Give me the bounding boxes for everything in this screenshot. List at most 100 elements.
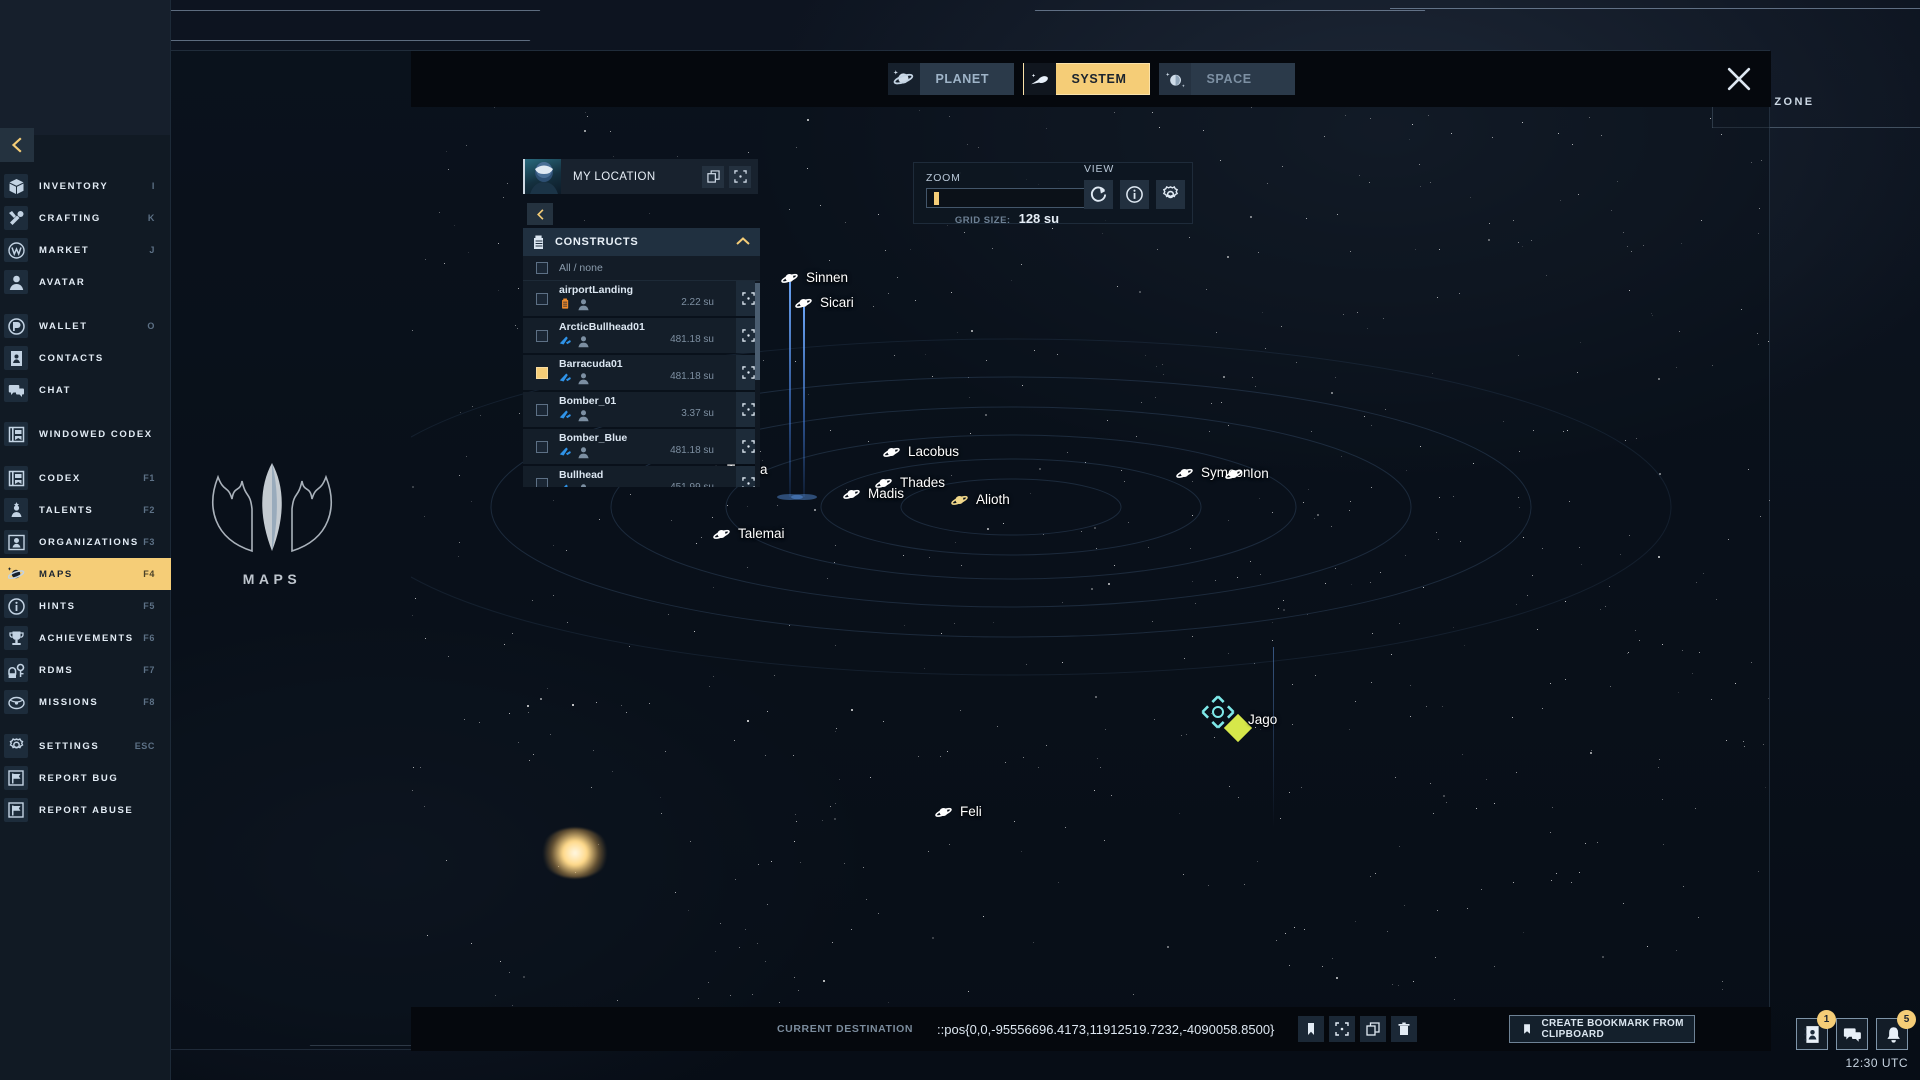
zoom-slider-handle[interactable] [933, 192, 939, 205]
map-body-sicari[interactable]: Sicari [795, 295, 854, 310]
select-all-checkbox[interactable] [536, 262, 548, 274]
constructs-scrollbar[interactable] [755, 281, 760, 487]
sidebar-item-wallet[interactable]: WALLET O [0, 310, 171, 342]
table-row[interactable]: Bomber_Blue 481.18 su [523, 429, 760, 464]
construct-checkbox[interactable] [536, 403, 548, 416]
market-icon [4, 238, 28, 262]
construct-type-icons [559, 372, 590, 385]
avatar [523, 159, 561, 194]
sidebar-item-label: CRAFTING [39, 212, 101, 224]
sidebar-item-hints[interactable]: HINTS F5 [0, 590, 171, 622]
map-body-sinnen[interactable]: Sinnen [781, 270, 848, 285]
table-row[interactable]: Barracuda01 481.18 su [523, 355, 760, 390]
sidebar-item-inventory[interactable]: INVENTORY I [0, 170, 171, 202]
table-row[interactable]: Bomber_01 3.37 su [523, 392, 760, 427]
focus-icon [741, 329, 755, 342]
map-settings-button[interactable] [1156, 180, 1185, 209]
sidebar-item-avatar[interactable]: AVATAR [0, 266, 171, 298]
my-location-card[interactable]: MY LOCATION [523, 159, 758, 194]
person-icon [578, 336, 589, 348]
sidebar-item-organizations[interactable]: ORGANIZATIONS F3 [0, 526, 171, 558]
view-buttons [1084, 180, 1185, 209]
sidebar-item-chat[interactable]: CHAT [0, 374, 171, 406]
map-body-talemai[interactable]: Talemai [713, 526, 785, 541]
sidebar-item-shortcut: F2 [143, 505, 155, 515]
system-icon [1030, 73, 1048, 85]
market-icon [7, 241, 25, 259]
planet-icon [843, 487, 860, 501]
game-screen: SAFE ZONE INVENTORY I CRAFTING K MARKET J AVAT… [0, 0, 1920, 1080]
construct-checkbox[interactable] [536, 292, 548, 305]
map-body-madis[interactable]: Madis [843, 486, 904, 501]
table-row[interactable]: ArcticBullhead01 481.18 su [523, 318, 760, 353]
construct-distance: 481.18 su [670, 334, 714, 345]
close-button[interactable] [1725, 65, 1753, 93]
focus-icon [741, 440, 755, 453]
tab-system[interactable]: SYSTEM [1022, 63, 1150, 95]
hud-decor-line [1390, 8, 1920, 9]
create-bookmark-from-clipboard-button[interactable]: CREATE BOOKMARK FROM CLIPBOARD [1509, 1015, 1696, 1043]
map-body-alioth[interactable]: Alioth [951, 492, 1010, 507]
taskbar-contacts-button[interactable]: 1 [1796, 1010, 1836, 1050]
bookmark-destination-button[interactable] [1298, 1016, 1325, 1042]
sidebar-item-talents[interactable]: TALENTS F2 [0, 494, 171, 526]
lock-key-icon [4, 658, 28, 682]
sidebar-item-settings[interactable]: SETTINGS ESC [0, 730, 171, 762]
maps-window-header: PLANET SYSTEM SPACE [411, 51, 1771, 107]
constructs-list[interactable]: airportLanding 2.22 su ArcticBullhead01 481… [523, 281, 760, 487]
map-body-feli[interactable]: Feli [935, 804, 982, 819]
sidebar-item-report-abuse[interactable]: REPORT ABUSE [0, 794, 171, 826]
sidebar-item-label: CHAT [39, 384, 72, 396]
construct-checkbox[interactable] [536, 329, 548, 342]
construct-name: Bomber_Blue [559, 432, 628, 444]
table-row[interactable]: airportLanding 2.22 su [523, 281, 760, 316]
coin-icon [7, 317, 25, 335]
tab-planet[interactable]: PLANET [887, 63, 1014, 95]
sidebar-item-report-bug[interactable]: REPORT BUG [0, 762, 171, 794]
destination-marker[interactable] [1201, 695, 1235, 729]
talents-icon [8, 501, 24, 517]
sidebar-item-achievements[interactable]: ACHIEVEMENTS F6 [0, 622, 171, 654]
copy-button[interactable] [702, 165, 724, 188]
reset-view-button[interactable] [1084, 180, 1113, 209]
constructs-scroll-thumb[interactable] [755, 283, 760, 380]
sidebar-item-missions[interactable]: MISSIONS F8 [0, 686, 171, 718]
focus-destination-button[interactable] [1329, 1016, 1356, 1042]
destination-bar: CURRENT DESTINATION ::pos{0,0,-95556696.… [411, 1007, 1771, 1051]
taskbar-notifications-bell-button[interactable]: 5 [1876, 1010, 1916, 1050]
select-all-row[interactable]: All / none [523, 256, 760, 281]
construct-checkbox[interactable] [536, 440, 548, 453]
construct-checkbox[interactable] [536, 477, 548, 487]
constructs-header[interactable]: CONSTRUCTS [523, 228, 760, 256]
map-info-button[interactable] [1120, 180, 1149, 209]
focus-button[interactable] [729, 165, 751, 188]
panel-back-button[interactable] [527, 203, 553, 225]
sidebar-item-contacts[interactable]: CONTACTS [0, 342, 171, 374]
sidebar-item-label: REPORT BUG [39, 772, 119, 784]
tab-space[interactable]: SPACE [1158, 63, 1295, 95]
copy-destination-button[interactable] [1360, 1016, 1387, 1042]
sidebar-item-rdms[interactable]: RDMS F7 [0, 654, 171, 686]
map-body-ion[interactable]: Ion [1225, 466, 1269, 481]
delete-destination-button[interactable] [1391, 1016, 1418, 1042]
map-body-beam [789, 282, 791, 497]
chat-icon [8, 384, 24, 397]
sidebar-item-codex[interactable]: CODEX F1 [0, 462, 171, 494]
grid-size-label: GRID SIZE: [954, 215, 1011, 226]
sidebar-item-windowed-codex[interactable]: WINDOWED CODEX [0, 418, 171, 450]
sidebar-item-crafting[interactable]: CRAFTING K [0, 202, 171, 234]
construct-checkbox[interactable] [536, 366, 548, 379]
map-body-lacobus[interactable]: Lacobus [883, 444, 959, 459]
taskbar-chat-button[interactable] [1836, 1018, 1868, 1050]
sidebar-collapse-button[interactable] [0, 128, 34, 162]
sidebar-item-market[interactable]: MARKET J [0, 234, 171, 266]
construct-type-icons [559, 298, 590, 311]
bookmark-icon [1524, 1024, 1531, 1034]
planet-icon [935, 805, 952, 819]
planet-icon [1225, 469, 1242, 479]
grid-size-value: 128 su [1018, 211, 1060, 226]
zoom-slider[interactable] [926, 188, 1088, 208]
sidebar-item-maps[interactable]: MAPS F4 [0, 558, 171, 590]
destination-value[interactable]: ::pos{0,0,-95556696.4173,11912519.7232,-… [937, 1022, 1274, 1037]
table-row[interactable]: Bullhead 451.99 su [523, 466, 760, 487]
